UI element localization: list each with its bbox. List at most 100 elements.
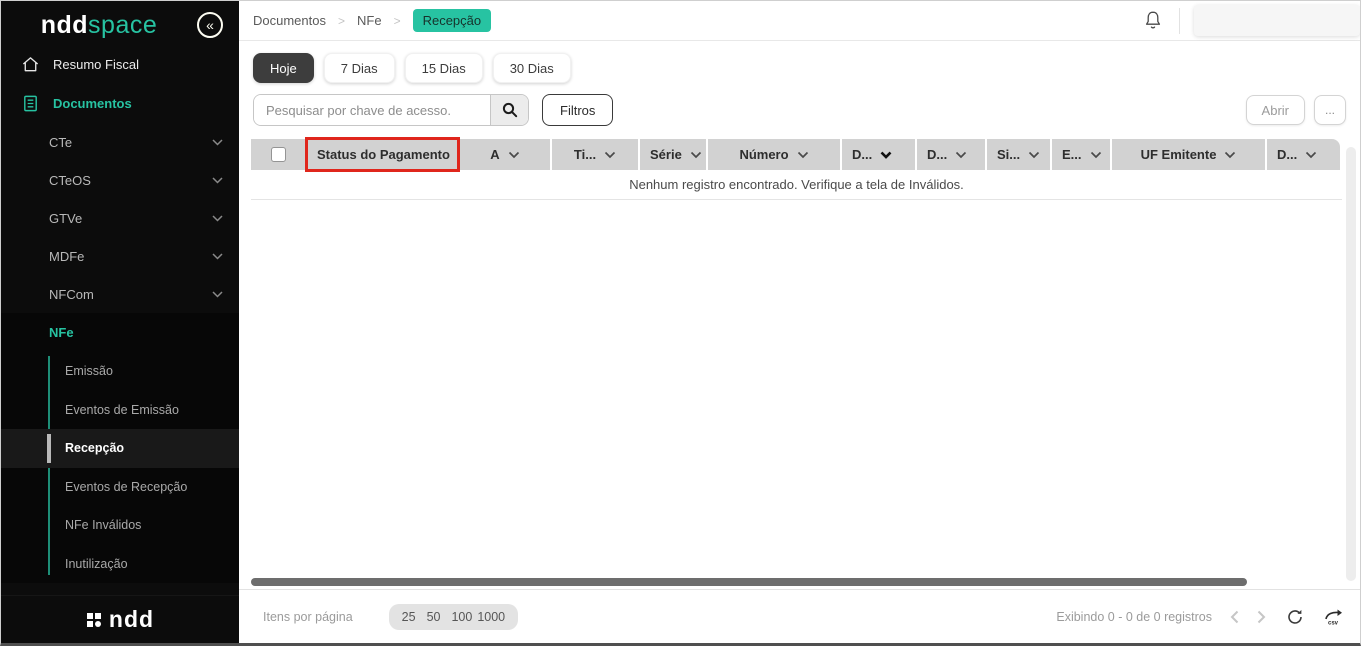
showing-records-text: Exibindo 0 - 0 de 0 registros	[1056, 610, 1212, 624]
page-size-selector: 25 50 100 1000	[389, 604, 518, 630]
sidebar-subitem-label: Emissão	[65, 364, 113, 378]
breadcrumb-documentos[interactable]: Documentos	[253, 13, 326, 28]
column-label: D...	[1277, 147, 1297, 162]
sort-chevron-icon[interactable]	[508, 151, 520, 159]
sidebar-group-label: CTeOS	[49, 173, 91, 188]
chevron-right-icon: >	[394, 14, 401, 28]
column-header-d1[interactable]: D...	[842, 139, 915, 170]
search-icon	[502, 102, 518, 118]
sidebar-item-mdfe[interactable]: MDFe	[1, 237, 239, 275]
sidebar-item-documentos[interactable]: Documentos	[1, 84, 239, 123]
notifications-bell-icon[interactable]	[1143, 10, 1163, 32]
sidebar-subitem-recepcao[interactable]: Recepção	[1, 429, 239, 468]
column-label: Ti...	[574, 147, 596, 162]
sidebar-subitem-label: Recepção	[65, 441, 124, 455]
page-size-1000[interactable]: 1000	[477, 610, 505, 624]
sidebar-subitem-inutilizacao[interactable]: Inutilização	[1, 545, 239, 584]
sidebar-subitem-label: Eventos de Emissão	[65, 403, 179, 417]
export-csv-icon[interactable]: csv	[1324, 608, 1344, 626]
empty-state-row: Nenhum registro encontrado. Verifique a …	[251, 170, 1342, 200]
date-filter-hoje[interactable]: Hoje	[253, 53, 314, 83]
breadcrumb-current-badge: Recepção	[413, 9, 492, 32]
search-input[interactable]	[254, 95, 490, 125]
sidebar-group-label: NFCom	[49, 287, 94, 302]
sort-chevron-icon[interactable]	[955, 151, 967, 159]
chevron-down-icon	[212, 139, 223, 146]
sort-chevron-icon[interactable]	[1028, 151, 1040, 159]
sort-chevron-icon[interactable]	[1305, 151, 1317, 159]
empty-state-message: Nenhum registro encontrado. Verifique a …	[629, 177, 964, 192]
page-size-25[interactable]: 25	[402, 610, 416, 624]
sort-chevron-icon[interactable]	[604, 151, 616, 159]
table-actions: Abrir ...	[1246, 95, 1346, 125]
search-group	[253, 94, 529, 126]
column-label: E...	[1062, 147, 1082, 162]
column-header-d3[interactable]: D...	[1267, 139, 1340, 170]
sort-chevron-icon[interactable]	[797, 151, 809, 159]
page-size-100[interactable]: 100	[451, 610, 472, 624]
sidebar: nddspace « Resumo Fiscal Documentos CTe	[1, 1, 239, 643]
column-header-serie[interactable]: Série	[640, 139, 706, 170]
column-header-status-do-pagamento[interactable]: Status do Pagamento	[307, 139, 458, 170]
vertical-scrollbar-track	[1346, 147, 1356, 581]
column-header-ti[interactable]: Ti...	[552, 139, 638, 170]
breadcrumb: Documentos > NFe > Recepção	[253, 9, 491, 32]
csv-label: csv	[1328, 620, 1339, 626]
sidebar-item-nfe[interactable]: NFe	[1, 313, 239, 352]
more-options-button[interactable]: ...	[1314, 95, 1346, 125]
date-filter-30-dias[interactable]: 30 Dias	[493, 53, 571, 83]
sidebar-item-cte[interactable]: CTe	[1, 123, 239, 161]
page-size-50[interactable]: 50	[427, 610, 441, 624]
sort-chevron-icon[interactable]	[1224, 151, 1236, 159]
column-header-si[interactable]: Si...	[987, 139, 1050, 170]
sidebar-item-label: Resumo Fiscal	[53, 57, 139, 72]
ndd-footer-logo: ndd	[109, 606, 154, 633]
select-all-checkbox[interactable]	[271, 147, 286, 162]
sidebar-subitem-label: NFe Inválidos	[65, 518, 141, 532]
column-header-a[interactable]: A	[460, 139, 550, 170]
sidebar-nav: Resumo Fiscal Documentos CTe CTeOS GTVe	[1, 45, 239, 583]
sidebar-footer: ndd	[1, 595, 239, 643]
sidebar-collapse-button[interactable]: «	[197, 12, 223, 38]
sidebar-item-nfcom[interactable]: NFCom	[1, 275, 239, 313]
horizontal-scrollbar-thumb[interactable]	[251, 578, 1247, 586]
sort-chevron-icon[interactable]	[690, 151, 702, 159]
sidebar-subitem-emissao[interactable]: Emissão	[1, 352, 239, 391]
search-toolbar: Filtros Abrir ...	[253, 94, 1346, 126]
search-button[interactable]	[490, 95, 528, 125]
breadcrumb-nfe[interactable]: NFe	[357, 13, 382, 28]
date-filter-7-dias[interactable]: 7 Dias	[324, 53, 395, 83]
abrir-button[interactable]: Abrir	[1246, 95, 1305, 125]
nfe-submenu: Emissão Eventos de Emissão Recepção Even…	[1, 352, 239, 583]
logo-text-ndd: ndd	[41, 11, 88, 39]
column-header-e[interactable]: E...	[1052, 139, 1110, 170]
column-label: Status do Pagamento	[317, 147, 450, 162]
sort-chevron-icon-active[interactable]	[880, 151, 892, 159]
sidebar-subitem-nfe-invalidos[interactable]: NFe Inválidos	[1, 506, 239, 545]
sidebar-item-cteos[interactable]: CTeOS	[1, 161, 239, 199]
column-label: Si...	[997, 147, 1020, 162]
chevron-down-icon	[212, 253, 223, 260]
sidebar-item-resumo-fiscal[interactable]: Resumo Fiscal	[1, 45, 239, 84]
column-label: Série	[650, 147, 682, 162]
filtros-button[interactable]: Filtros	[542, 94, 613, 126]
column-header-d2[interactable]: D...	[917, 139, 985, 170]
sidebar-subitem-eventos-de-recepcao[interactable]: Eventos de Recepção	[1, 468, 239, 507]
pagination-bar: Itens por página 25 50 100 1000 Exibindo…	[239, 589, 1360, 643]
previous-page-icon[interactable]	[1230, 610, 1239, 624]
sidebar-item-gtve[interactable]: GTVe	[1, 199, 239, 237]
document-icon	[21, 94, 40, 113]
column-label: A	[490, 147, 499, 162]
column-label: Número	[739, 147, 788, 162]
user-profile-block[interactable]	[1194, 5, 1360, 36]
next-page-icon[interactable]	[1257, 610, 1266, 624]
column-header-numero[interactable]: Número	[708, 139, 840, 170]
items-per-page-label: Itens por página	[263, 610, 353, 624]
date-filter-15-dias[interactable]: 15 Dias	[405, 53, 483, 83]
sort-chevron-icon[interactable]	[1090, 151, 1102, 159]
column-header-uf-emitente[interactable]: UF Emitente	[1112, 139, 1265, 170]
refresh-icon[interactable]	[1286, 608, 1304, 626]
sidebar-subitem-eventos-de-emissao[interactable]: Eventos de Emissão	[1, 391, 239, 430]
home-icon	[21, 55, 40, 74]
ndd-mark-icon	[86, 612, 102, 628]
